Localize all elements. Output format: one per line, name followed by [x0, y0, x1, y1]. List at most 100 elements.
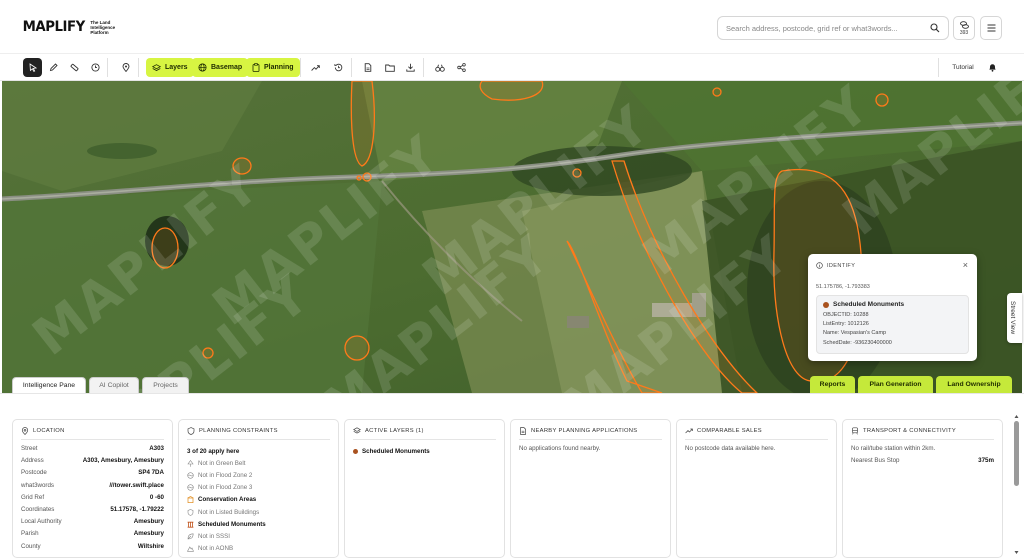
brand-name: MAPLIFY	[22, 19, 86, 35]
row-label: County	[21, 542, 41, 550]
location-row: Coordinates 51.17578, -1.79222	[21, 506, 164, 518]
measure-tool-button[interactable]	[65, 58, 84, 77]
constraint-label: Not in Green Belt	[198, 459, 246, 467]
water-icon	[187, 484, 194, 491]
history-tool-button[interactable]	[329, 58, 348, 77]
reports-tab[interactable]: Reports	[810, 376, 855, 393]
location-panel: LOCATION Street A303 Address A303, Amesbur…	[12, 419, 173, 558]
layers-icon	[152, 63, 161, 71]
brand-logo[interactable]: MAPLIFY The Land Intelligence Platform	[21, 19, 122, 35]
compare-button[interactable]	[430, 58, 449, 77]
nearby-empty-note: No applications found nearby.	[519, 445, 601, 452]
constraints-summary: 3 of 20 apply here	[187, 447, 240, 455]
download-button[interactable]	[401, 58, 420, 77]
layer-dot	[353, 448, 358, 454]
search-input[interactable]	[726, 23, 921, 33]
active-layer-item[interactable]: Scheduled Monuments	[353, 445, 496, 457]
street-view-button[interactable]: Street View	[1007, 293, 1022, 343]
constraint-item: Not in AONB	[187, 543, 330, 555]
row-value: Wiltshire	[137, 542, 164, 550]
divider	[353, 439, 496, 440]
clipboard-icon	[252, 63, 260, 72]
tab-projects[interactable]: Projects	[142, 377, 189, 393]
constraint-item: Not in Listed Buildings	[187, 506, 330, 518]
sales-empty-note: No postcode data available here.	[685, 445, 776, 452]
tab-ai-copilot[interactable]: AI Copilot	[89, 377, 139, 393]
share-icon	[457, 63, 466, 72]
tree-icon	[187, 459, 194, 467]
constraint-item: Not in Flood Zone 2	[187, 469, 330, 481]
brand-tagline: The Land Intelligence Platform	[90, 19, 116, 35]
row-label: Street	[21, 445, 38, 452]
plan-generation-tab[interactable]: Plan Generation	[858, 376, 933, 393]
constraint-item: Not in Green Belt	[187, 457, 330, 469]
ruler-icon	[70, 63, 79, 72]
location-row: Address A303, Amesbury, Amesbury	[21, 457, 164, 469]
search-box[interactable]	[717, 16, 949, 40]
pencil-icon	[49, 63, 58, 72]
location-title: LOCATION	[33, 428, 65, 434]
constraint-label: Not in Flood Zone 3	[198, 484, 253, 492]
location-row: Postcode SP4 7DA	[21, 469, 164, 481]
planning-button[interactable]: Planning	[246, 58, 300, 77]
feature-card: Scheduled Monuments OBJECTID: 10288 List…	[816, 295, 969, 354]
open-folder-button[interactable]	[380, 58, 399, 77]
credits-count: 393	[959, 29, 969, 36]
app-header: MAPLIFY The Land Intelligence Platform 3…	[0, 0, 1024, 54]
land-ownership-tab[interactable]: Land Ownership	[936, 376, 1012, 393]
monument-icon	[187, 521, 194, 528]
timer-tool-button[interactable]	[86, 58, 105, 77]
shield-icon	[187, 508, 194, 516]
identify-coordinates: 51.175786, -1.793383	[816, 284, 870, 290]
download-icon	[406, 63, 415, 72]
share-button[interactable]	[452, 58, 471, 77]
divider	[21, 439, 164, 440]
pin-tool-button[interactable]	[116, 58, 135, 77]
basemap-button[interactable]: Basemap	[192, 58, 249, 77]
feature-layer-name: Scheduled Monuments	[833, 301, 905, 308]
location-row: Street A303	[21, 445, 164, 457]
leaf-icon	[187, 533, 194, 540]
row-value: SP4 7DA	[138, 469, 164, 477]
tab-intelligence-pane[interactable]: Intelligence Pane	[12, 377, 86, 393]
menu-button[interactable]	[980, 16, 1002, 40]
row-value: Amesbury	[133, 518, 164, 526]
identify-popup: IDENTIFY × 51.175786, -1.793383 Schedule…	[808, 254, 977, 361]
trending-up-icon	[685, 428, 693, 434]
row-label: Postcode	[21, 469, 47, 477]
search-icon[interactable]	[930, 23, 940, 35]
notifications-button[interactable]	[983, 58, 1002, 77]
folder-icon	[384, 64, 395, 72]
layers-button[interactable]: Layers	[146, 58, 194, 77]
transport-title: TRANSPORT & CONNECTIVITY	[863, 428, 956, 434]
row-label: what3words	[21, 481, 55, 489]
hamburger-icon	[987, 24, 995, 32]
row-label: Grid Ref	[21, 493, 45, 501]
constraint-item: Scheduled Monuments	[187, 518, 330, 530]
select-tool-button[interactable]	[23, 58, 42, 77]
map-pin-icon	[122, 63, 129, 72]
divider	[187, 439, 330, 440]
row-value: Amesbury	[133, 530, 164, 538]
location-row: County Wiltshire	[21, 543, 164, 555]
credits-button[interactable]: 393	[953, 16, 975, 40]
draw-tool-button[interactable]	[44, 58, 63, 77]
shield-icon	[187, 427, 195, 435]
row-label: Local Authority	[21, 518, 62, 526]
trend-tool-button[interactable]	[306, 58, 325, 77]
trending-up-icon	[311, 64, 320, 71]
close-icon[interactable]: ×	[963, 260, 968, 270]
constraint-item: Conservation Areas	[187, 494, 330, 506]
scrollbar-thumb[interactable]	[1014, 421, 1019, 486]
nearby-applications-panel: NEARBY PLANNING APPLICATIONS No applicat…	[510, 419, 671, 558]
location-row: Local Authority Amesbury	[21, 518, 164, 530]
binoculars-icon	[434, 64, 445, 72]
divider	[519, 439, 662, 440]
tutorial-button[interactable]: Tutorial	[944, 58, 982, 77]
constraint-label: Conservation Areas	[198, 496, 257, 504]
constraint-item: Not in Flood Zone 3	[187, 482, 330, 494]
bus-stop-row: Nearest Bus Stop 375m	[851, 457, 994, 469]
new-file-button[interactable]	[358, 58, 377, 77]
building-icon	[187, 496, 194, 504]
toolbar-divider	[138, 58, 139, 77]
